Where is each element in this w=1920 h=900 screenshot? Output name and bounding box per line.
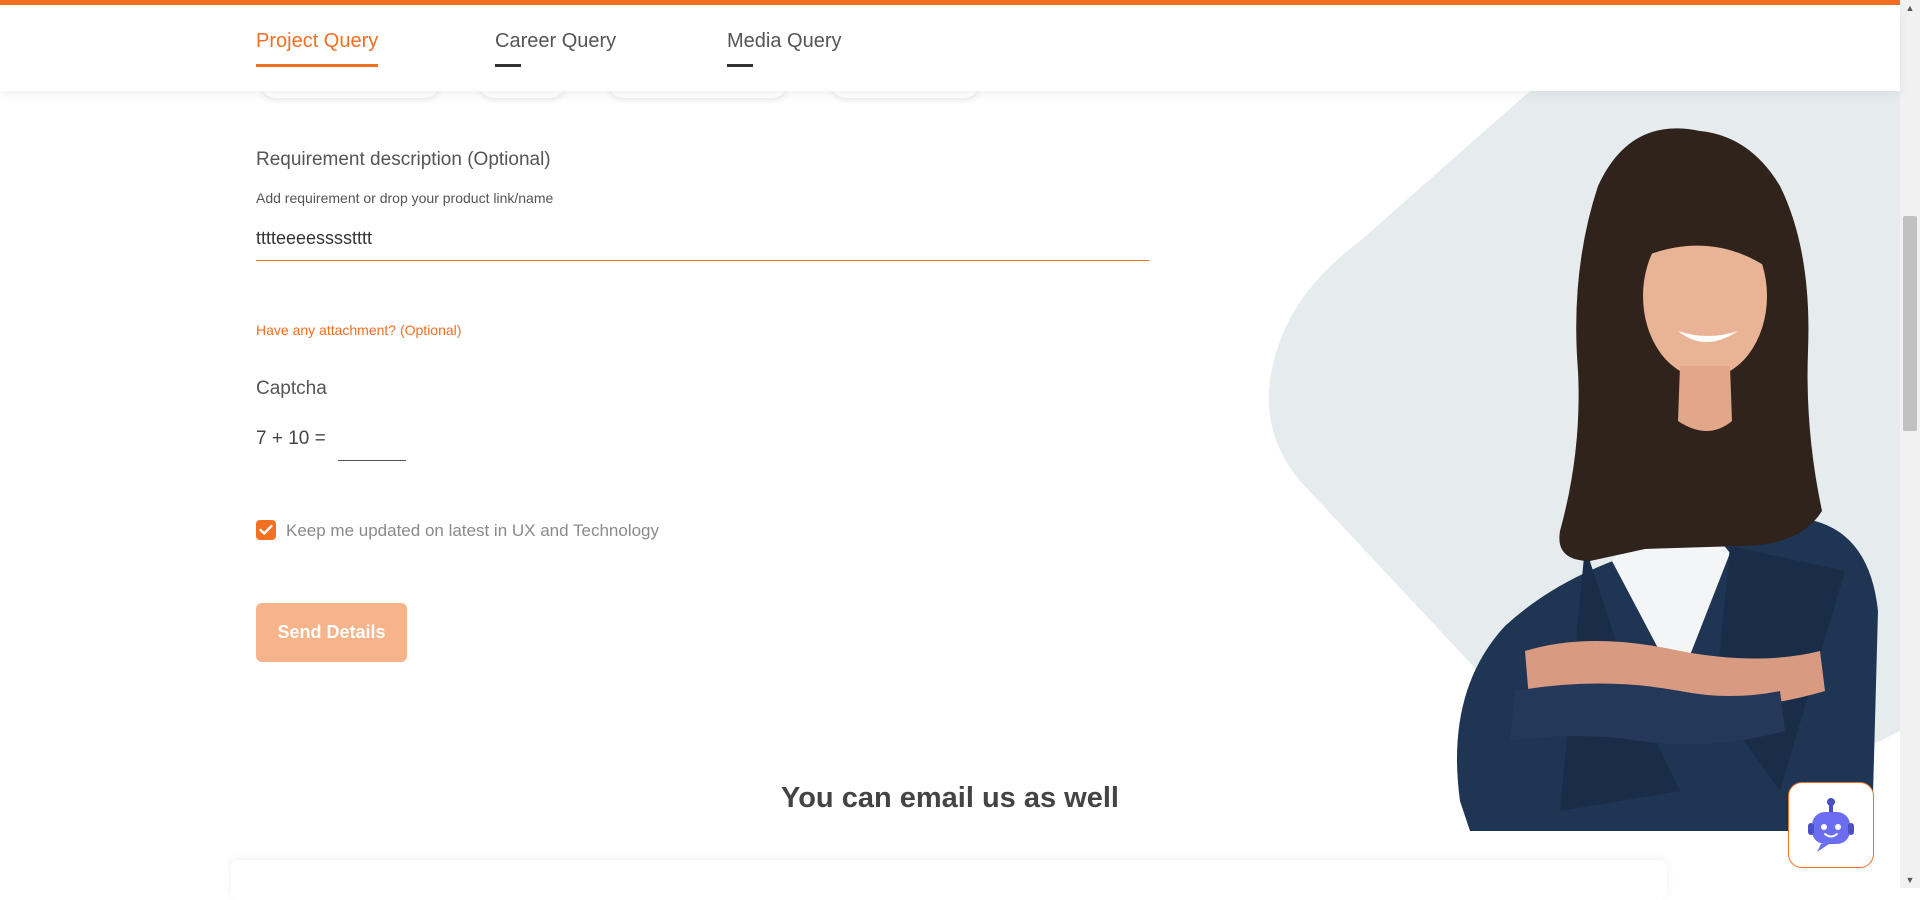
- tab-underline: [495, 64, 521, 67]
- tab-underline: [727, 64, 753, 67]
- check-icon: [259, 524, 273, 535]
- chatbot-icon: [1808, 798, 1854, 852]
- requirement-input[interactable]: [256, 216, 1149, 261]
- tab-label: Project Query: [256, 30, 379, 52]
- chatbot-button[interactable]: [1788, 782, 1874, 868]
- tab-project-query[interactable]: Project Query: [256, 30, 379, 67]
- email-card: [231, 860, 1667, 900]
- tab-media-query[interactable]: Media Query: [727, 30, 842, 67]
- newsletter-label: Keep me updated on latest in UX and Tech…: [286, 521, 660, 540]
- tab-label: Media Query: [727, 30, 842, 52]
- requirement-title: Requirement description (Optional): [256, 149, 551, 170]
- tab-career-query[interactable]: Career Query: [495, 30, 617, 67]
- captcha-label: Captcha: [256, 378, 327, 399]
- send-details-button[interactable]: Send Details: [256, 603, 407, 662]
- captcha-question: 7 + 10 =: [256, 428, 326, 449]
- captcha-input[interactable]: [338, 428, 406, 461]
- requirement-hint: Add requirement or drop your product lin…: [256, 190, 554, 206]
- attachment-link[interactable]: Have any attachment? (Optional): [256, 322, 461, 338]
- scrollbar-thumb[interactable]: [1903, 216, 1917, 431]
- page-scrollbar[interactable]: ▲ ▼: [1900, 0, 1920, 888]
- newsletter-checkbox[interactable]: [256, 520, 276, 540]
- scroll-down-icon[interactable]: ▼: [1900, 872, 1920, 888]
- query-tabs: Project Query Career Query Media Query: [0, 5, 1900, 91]
- hero-illustration: [1268, 91, 1900, 831]
- tab-underline: [256, 64, 379, 67]
- email-section-heading: You can email us as well: [781, 782, 1119, 814]
- tab-label: Career Query: [495, 30, 617, 52]
- scroll-up-icon[interactable]: ▲: [1900, 0, 1920, 16]
